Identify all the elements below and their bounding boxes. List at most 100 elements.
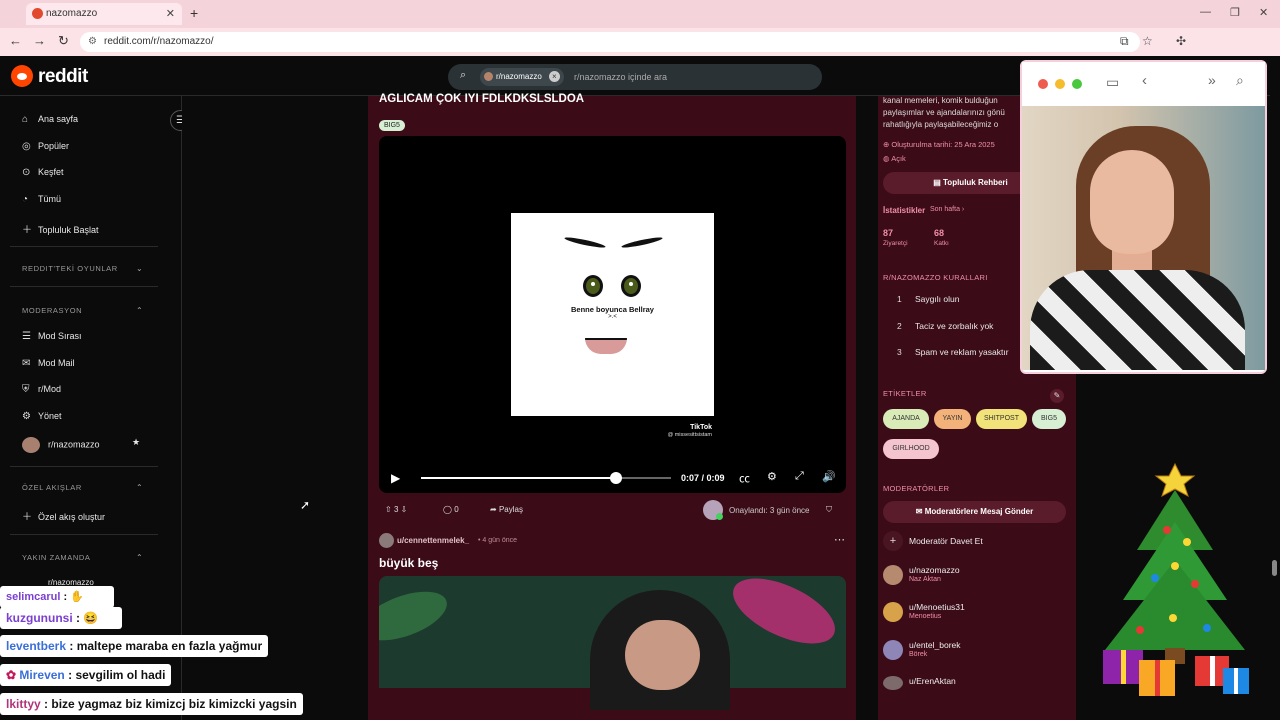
sidebar-item-start-community[interactable]: ＋ Topluluk Başlat bbox=[22, 221, 99, 237]
sidebar-item-all[interactable]: ◔ Tümü bbox=[22, 194, 61, 210]
edit-icon[interactable]: ✎ bbox=[1050, 389, 1064, 403]
post-title[interactable]: büyük beş bbox=[379, 556, 438, 570]
cast-icon[interactable]: ⧉ bbox=[1120, 34, 1129, 49]
chevron-double-right-icon[interactable]: » bbox=[1208, 72, 1216, 88]
page-scrollbar[interactable] bbox=[1270, 60, 1280, 720]
search-chip-label: r/nazomazzo bbox=[496, 72, 542, 81]
sidebar-item-label: Tümü bbox=[38, 194, 62, 204]
mod-flair: Börek bbox=[909, 651, 928, 658]
more-options-icon[interactable]: ⋯ bbox=[834, 533, 845, 546]
tag-shitpost[interactable]: SHITPOST bbox=[976, 409, 1027, 429]
sidebar-item-label: Popüler bbox=[38, 141, 70, 151]
close-window-icon[interactable]: ✕ bbox=[1259, 6, 1268, 19]
browser-tab[interactable]: nazomazzo ✕ bbox=[26, 3, 182, 25]
sidebar-item-mod-mail[interactable]: ✉ Mod Mail bbox=[22, 358, 75, 374]
stats-period-dropdown[interactable]: Son hafta › bbox=[930, 206, 964, 213]
chevron-left-icon[interactable]: ‹ bbox=[1142, 72, 1147, 89]
chevron-down-icon: ⌄ bbox=[136, 264, 144, 273]
rule-text: Saygılı olun bbox=[915, 294, 960, 304]
site-info-icon[interactable]: ⚙ bbox=[88, 36, 97, 47]
back-icon[interactable]: ← bbox=[9, 33, 22, 48]
mod-username: u/entel_borek bbox=[909, 640, 961, 650]
chat-username: leventberk bbox=[6, 639, 67, 653]
zoom-dot-icon[interactable] bbox=[1072, 79, 1082, 89]
settings-gear-icon[interactable]: ⚙ bbox=[767, 470, 777, 483]
video-caption: Benne boyunca Bellray bbox=[571, 305, 654, 314]
tag-yayin[interactable]: YAYIN bbox=[934, 409, 971, 429]
reddit-logo-icon[interactable] bbox=[11, 65, 33, 87]
comments-button[interactable]: ◯ 0 bbox=[443, 505, 459, 514]
sidebar-item-explore[interactable]: ⊙ Keşfet bbox=[22, 167, 64, 183]
contrib-label: Katkı bbox=[934, 240, 949, 247]
fullscreen-icon[interactable]: ⤢ bbox=[795, 470, 804, 483]
search-bar[interactable]: ⌕ r/nazomazzo × r/nazomazzo içinde ara bbox=[448, 64, 822, 90]
search-icon[interactable]: ⌕ bbox=[1236, 72, 1244, 89]
sidebar-item-popular[interactable]: ◎ Popüler bbox=[22, 141, 69, 157]
rule-item[interactable]: 1 Saygılı olun bbox=[897, 294, 959, 304]
section-moderation-header[interactable]: MODERASYON ⌃ bbox=[22, 306, 143, 315]
sidebar-item-manage[interactable]: ⚙ Yönet bbox=[22, 411, 62, 427]
visits-value: 87 bbox=[883, 228, 894, 238]
sidebar-item-label: Özel akış oluştur bbox=[38, 512, 106, 522]
clear-chip-icon[interactable]: × bbox=[548, 71, 560, 82]
bookmark-star-icon[interactable]: ☆ bbox=[1142, 34, 1153, 48]
scrollbar-thumb[interactable] bbox=[1272, 560, 1277, 576]
sidebar-item-nazomazzo[interactable]: r/nazomazzo ★ bbox=[22, 437, 152, 453]
post-author[interactable]: u/cennettenmelek_ bbox=[397, 536, 469, 545]
close-dot-icon[interactable] bbox=[1038, 79, 1048, 89]
sidebar-item-mod-queue[interactable]: ☰ Mod Sırası bbox=[22, 331, 82, 347]
star-icon[interactable]: ★ bbox=[132, 437, 140, 448]
volume-icon[interactable]: 🔊 bbox=[822, 470, 836, 483]
shield-icon[interactable]: ⛉ bbox=[826, 505, 832, 515]
section-recent-header[interactable]: YAKIN ZAMANDA ⌃ bbox=[22, 553, 143, 562]
leaf-shape bbox=[723, 576, 845, 657]
close-tab-icon[interactable]: ✕ bbox=[166, 7, 175, 20]
message-mods-button[interactable]: ✉ Moderatörlere Mesaj Gönder bbox=[883, 501, 1066, 523]
sidebar-item-home[interactable]: ⌂ Ana sayfa bbox=[22, 114, 78, 130]
play-icon[interactable]: ▶ bbox=[391, 471, 400, 485]
reddit-wordmark[interactable]: reddit bbox=[38, 66, 88, 88]
rule-item[interactable]: 2 Taciz ve zorbalık yok bbox=[897, 321, 993, 331]
minimize-dot-icon[interactable] bbox=[1055, 79, 1065, 89]
explore-icon: ⊙ bbox=[22, 167, 31, 178]
browser-tab-bar: nazomazzo ✕ + — ❐ ✕ bbox=[0, 0, 1280, 28]
captions-icon[interactable]: ㏄ bbox=[739, 470, 750, 486]
sidebar-item-r-mod[interactable]: ⛨ r/Mod bbox=[22, 384, 61, 400]
flair-label: BIG5 bbox=[379, 120, 405, 131]
extensions-icon[interactable]: ✣ bbox=[1176, 34, 1186, 48]
forward-icon[interactable]: → bbox=[33, 33, 46, 48]
search-icon: ⌕ bbox=[460, 69, 467, 81]
new-tab-button[interactable]: + bbox=[190, 5, 198, 21]
minimize-icon[interactable]: — bbox=[1200, 6, 1211, 18]
chat-message: kuzgununsi : 😆 bbox=[0, 607, 122, 629]
reload-icon[interactable]: ↻ bbox=[58, 33, 69, 49]
post-time: • 4 gün önce bbox=[478, 537, 518, 544]
post-title[interactable]: AGLICAM ÇOK IYI FDLKDKSLSLDOA bbox=[379, 93, 584, 105]
section-games-header[interactable]: REDDIT'TEKİ OYUNLAR ⌄ bbox=[22, 264, 143, 273]
period-label: Son hafta bbox=[930, 206, 960, 213]
avatar[interactable] bbox=[379, 533, 394, 548]
sidebar-item-create-feed[interactable]: ＋ Özel akış oluştur bbox=[22, 508, 105, 524]
tag-big5[interactable]: BIG5 bbox=[1032, 409, 1066, 429]
left-brow bbox=[563, 235, 607, 250]
rule-number: 3 bbox=[897, 347, 902, 357]
rule-item[interactable]: 3 Spam ve reklam yasaktır bbox=[897, 347, 1009, 357]
community-avatar bbox=[22, 437, 40, 453]
share-button[interactable]: ➦ Paylaş bbox=[490, 505, 523, 514]
url-field[interactable]: ⚙ reddit.com/r/nazomazzo/ bbox=[80, 32, 1140, 52]
search-community-chip[interactable]: r/nazomazzo × bbox=[480, 68, 564, 86]
upvote-button[interactable]: ⇧ 3 ⇩ bbox=[385, 505, 407, 514]
chat-message: ✿ Mireven : sevgilim ol hadi bbox=[0, 664, 172, 686]
manage-icon: ⚙ bbox=[22, 411, 31, 422]
search-input[interactable]: r/nazomazzo içinde ara bbox=[574, 72, 667, 82]
queue-icon: ☰ bbox=[22, 331, 31, 342]
post-flair[interactable]: BIG5 bbox=[379, 114, 405, 132]
tag-girlhood[interactable]: GIRLHOOD bbox=[883, 439, 939, 459]
share-label: Paylaş bbox=[498, 505, 523, 514]
section-custom-feeds-header[interactable]: ÖZEL AKIŞLAR ⌃ bbox=[22, 483, 143, 492]
tag-ajanda[interactable]: AJANDA bbox=[883, 409, 929, 429]
chat-text: : maltepe maraba en fazla yağmur bbox=[69, 639, 263, 653]
maximize-icon[interactable]: ❐ bbox=[1230, 6, 1240, 19]
sidebar-toggle-icon[interactable]: ▭ bbox=[1106, 74, 1119, 91]
video-progress-handle[interactable] bbox=[610, 472, 622, 484]
